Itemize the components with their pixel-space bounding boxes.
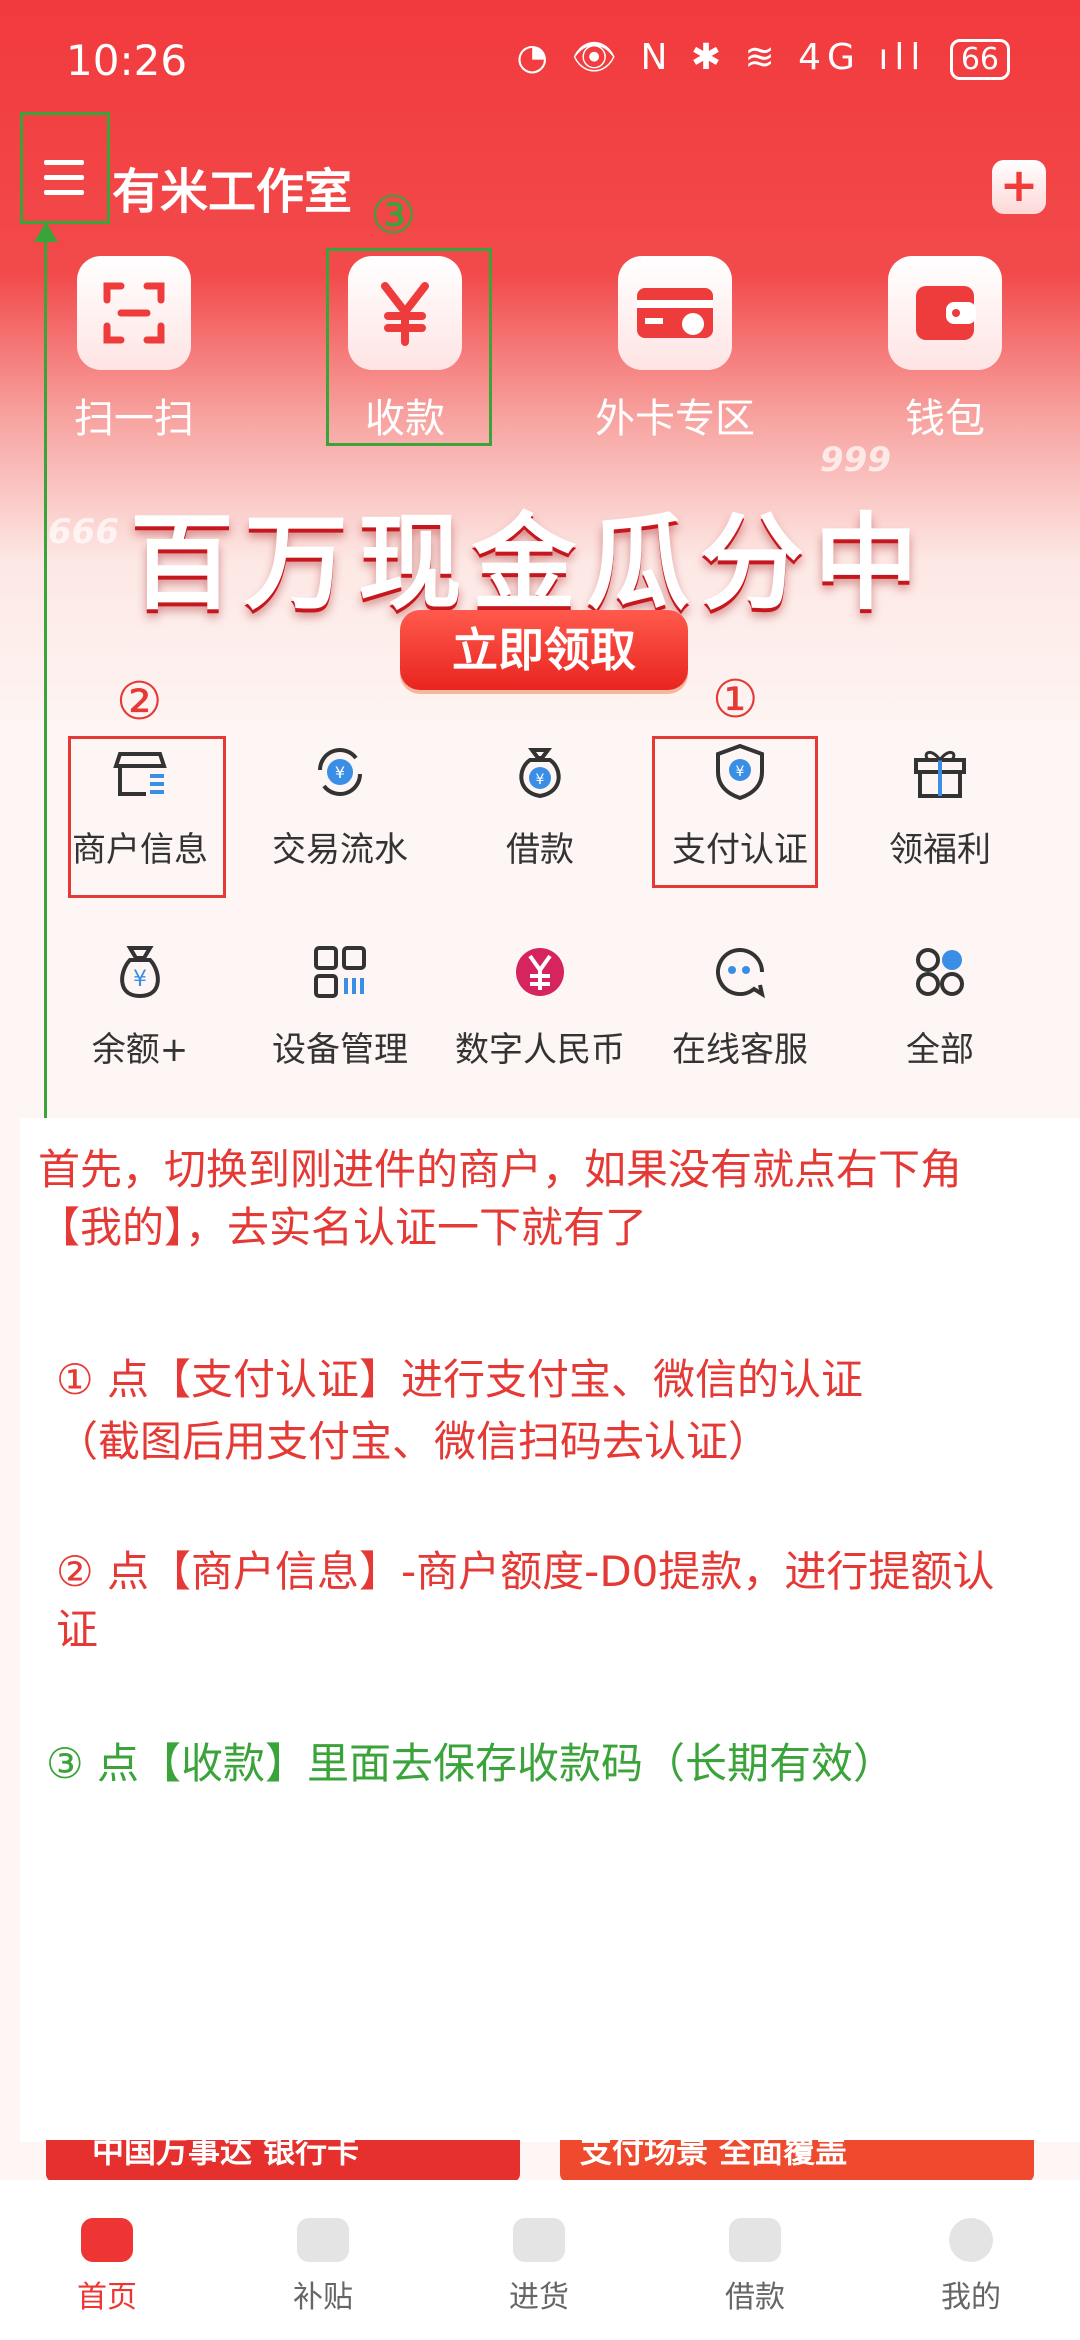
nav-loan[interactable]: 借款 <box>680 2218 830 2316</box>
service-label: 领福利 <box>889 830 991 870</box>
battery-icon: 66 <box>949 39 1010 80</box>
service-online-support[interactable]: 在线客服 <box>640 940 840 1071</box>
nav-label: 进货 <box>509 2280 569 2315</box>
wallet-icon <box>888 256 1002 370</box>
nav-label: 借款 <box>725 2280 785 2315</box>
nav-label: 我的 <box>941 2280 1001 2315</box>
service-transactions[interactable]: ¥ 交易流水 <box>240 740 440 871</box>
status-icons: ◔ 👁 N ✱ ≋ 4G ıll 66 <box>517 36 1010 80</box>
gift-icon <box>914 751 966 798</box>
money-bag-icon: ¥ <box>519 748 561 799</box>
balance-bag-icon: ¥ <box>120 946 160 999</box>
card-icon <box>618 256 732 370</box>
service-label: 余额+ <box>91 1030 189 1070</box>
store-name[interactable]: 有米工作室 <box>112 152 352 222</box>
instruction-step2-2: 证 <box>56 1605 99 1654</box>
service-digital-rmb[interactable]: 数字人民币 <box>440 940 640 1071</box>
annotation-box-receive <box>326 248 492 446</box>
nav-home[interactable]: 首页 <box>32 2218 182 2316</box>
instruction-step3: ③ 点【收款】里面去保存收款码（长期有效） <box>46 1739 896 1788</box>
service-device-management[interactable]: 设备管理 <box>240 940 440 1071</box>
quick-action-label: 外卡专区 <box>595 396 755 442</box>
svg-text:¥: ¥ <box>536 772 545 788</box>
quick-action-label: 钱包 <box>905 396 985 442</box>
service-benefits[interactable]: 领福利 <box>840 740 1040 871</box>
service-all[interactable]: 全部 <box>840 940 1040 1071</box>
marker-two: ② <box>116 672 163 732</box>
money-bag-icon <box>729 2218 781 2262</box>
service-label: 在线客服 <box>672 1030 808 1070</box>
banner-deco-left: 666 <box>48 512 119 552</box>
instruction-step2-1: ② 点【商户信息】-商户额度-D0提款，进行提额认 <box>56 1547 995 1596</box>
quick-action-label: 扫一扫 <box>74 396 194 442</box>
service-balance-plus[interactable]: ¥ 余额+ <box>40 940 240 1071</box>
nav-purchase[interactable]: 进货 <box>464 2218 614 2316</box>
shopping-bag-icon <box>513 2218 565 2262</box>
service-label: 交易流水 <box>272 830 408 870</box>
service-loan[interactable]: ¥ 借款 <box>440 740 640 871</box>
instruction-intro-2: 【我的】，去实名认证一下就有了 <box>38 1203 648 1252</box>
digital-rmb-icon <box>516 948 564 996</box>
quick-action-foreign-card[interactable]: 外卡专区 <box>585 256 765 444</box>
transaction-yen-icon: ¥ <box>318 748 362 796</box>
annotation-box-payment-auth <box>652 736 818 888</box>
banner-deco-right: 999 <box>820 440 891 480</box>
status-indicator-icons: ◔ 👁 N ✱ ≋ 4G ıll <box>516 37 927 78</box>
marker-three: ③ <box>370 186 417 246</box>
service-label: 全部 <box>906 1030 974 1070</box>
annotation-box-merchant <box>68 736 226 898</box>
service-label: 数字人民币 <box>455 1030 625 1070</box>
annotation-line <box>44 224 47 1136</box>
instruction-intro-1: 首先，切换到刚进件的商户，如果没有就点右下角 <box>38 1145 963 1194</box>
promo-text: 中国万事达 银行卡 <box>92 2140 360 2170</box>
service-label: 设备管理 <box>272 1030 408 1070</box>
instruction-panel <box>20 1118 1080 2142</box>
app-screen: 10:26 ◔ 👁 N ✱ ≋ 4G ıll 66 有米工作室 + 扫一扫 收款… <box>0 0 1080 2340</box>
nav-label: 补贴 <box>293 2280 353 2315</box>
instruction-step1-2: （截图后用支付宝、微信扫码去认证） <box>56 1417 771 1466</box>
nav-mine[interactable]: 我的 <box>896 2218 1046 2316</box>
promo-card-payment[interactable]: 支付场景 全面覆盖 <box>560 2140 1034 2182</box>
subsidy-icon <box>297 2218 349 2262</box>
svg-text:¥: ¥ <box>335 763 345 782</box>
quick-action-wallet[interactable]: 钱包 <box>855 256 1035 444</box>
instruction-step1-1: ① 点【支付认证】进行支付宝、微信的认证 <box>56 1355 864 1404</box>
quick-action-scan[interactable]: 扫一扫 <box>44 256 224 444</box>
add-button[interactable]: + <box>992 160 1046 214</box>
bottom-nav: 首页 补贴 进货 借款 我的 <box>0 2180 1080 2340</box>
claim-now-button[interactable]: 立即领取 <box>400 610 688 690</box>
annotation-arrow-icon <box>34 222 58 242</box>
marker-one: ① <box>712 670 759 730</box>
annotation-box-menu <box>20 112 110 224</box>
profile-icon <box>949 2218 993 2262</box>
service-label: 借款 <box>506 830 574 870</box>
nav-label: 首页 <box>77 2280 137 2315</box>
qr-grid-icon <box>314 946 366 998</box>
chat-support-icon <box>716 948 765 999</box>
promo-card-mastercard[interactable]: 中国万事达 银行卡 <box>46 2140 520 2182</box>
home-icon <box>81 2218 133 2262</box>
promo-text: 支付场景 全面覆盖 <box>580 2140 848 2170</box>
status-time: 10:26 <box>66 36 188 85</box>
all-apps-icon <box>916 948 964 996</box>
nav-subsidy[interactable]: 补贴 <box>248 2218 398 2316</box>
scan-icon <box>77 256 191 370</box>
banner-title: 百万现金瓜分中 <box>130 502 929 624</box>
svg-text:¥: ¥ <box>133 967 147 992</box>
